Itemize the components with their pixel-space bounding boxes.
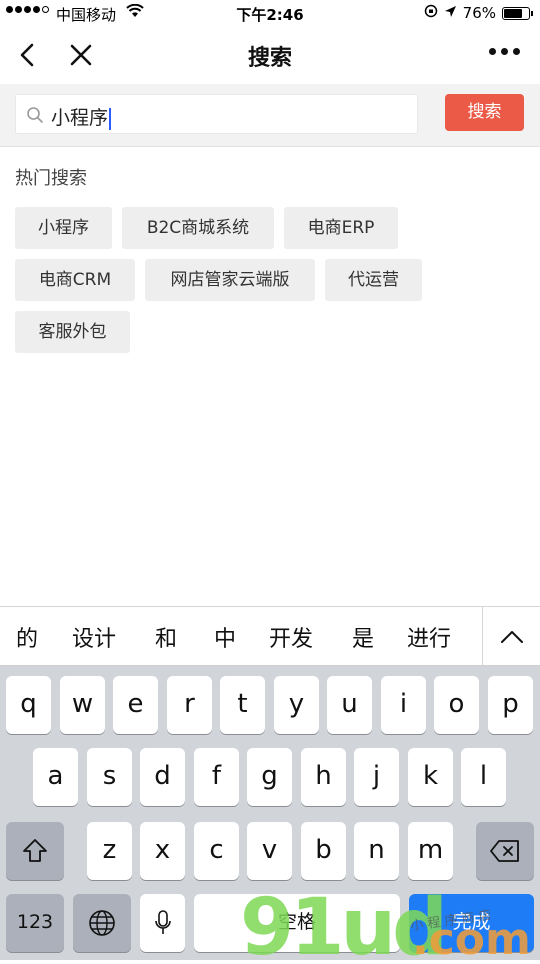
suggestion-candidate[interactable]: 开发 [269,621,313,653]
globe-icon [88,910,116,944]
key-b[interactable]: b [301,822,346,880]
hot-tag-item[interactable]: 小程序 [15,207,112,249]
hot-tag-item[interactable]: 代运营 [325,259,422,301]
key-r[interactable]: r [167,676,212,734]
search-button[interactable]: 搜索 [445,94,524,131]
key-m[interactable]: m [408,822,453,880]
search-query-text: 小程序 [51,107,109,129]
hot-tag-item[interactable]: 电商ERP [284,207,398,249]
key-o[interactable]: o [434,676,479,734]
search-bar: 小程序 搜索 [0,84,540,147]
search-query-wrap: 小程序 [51,103,112,130]
microphone-icon [153,910,173,944]
suggestion-candidate[interactable]: 的 [16,621,38,653]
key-g[interactable]: g [247,748,292,806]
key-v[interactable]: v [247,822,292,880]
space-key[interactable]: 空格 [194,894,400,952]
key-l[interactable]: l [461,748,506,806]
key-a[interactable]: a [33,748,78,806]
location-icon [444,4,457,22]
expand-suggestions-chevron-icon[interactable] [482,607,540,665]
key-p[interactable]: p [488,676,533,734]
done-key[interactable]: 完成 [409,894,534,952]
hot-tag-item[interactable]: 电商CRM [15,259,135,301]
key-d[interactable]: d [140,748,185,806]
hot-tag-item[interactable]: 客服外包 [15,311,130,353]
battery-percent: 76% [462,4,496,22]
key-q[interactable]: q [6,676,51,734]
navigation-bar: 搜索 [0,28,540,84]
key-n[interactable]: n [354,822,399,880]
search-icon [26,106,44,124]
suggestion-candidate[interactable]: 中 [214,621,236,653]
key-x[interactable]: x [140,822,185,880]
key-k[interactable]: k [408,748,453,806]
key-u[interactable]: u [327,676,372,734]
shift-arrow-icon [20,839,50,873]
suggestion-candidate[interactable]: 和 [155,621,177,653]
battery-icon [502,6,533,20]
backspace-icon [489,840,521,870]
key-y[interactable]: y [274,676,319,734]
key-c[interactable]: c [194,822,239,880]
key-j[interactable]: j [354,748,399,806]
status-bar: 中国移动 下午2:46 76% [0,0,540,28]
shift-key[interactable] [6,822,64,880]
keyboard: q w e r t y u i o p a s d f g h j k l z … [0,666,540,960]
key-e[interactable]: e [113,676,158,734]
more-options-icon[interactable] [489,48,520,55]
key-f[interactable]: f [194,748,239,806]
key-s[interactable]: s [87,748,132,806]
ime-suggestion-bar: 的 设计 和 中 开发 是 进行 [0,606,540,666]
hot-search-title: 热门搜索 [15,168,87,189]
hot-tag-item[interactable]: B2C商城系统 [122,207,274,249]
globe-key[interactable] [73,894,131,952]
suggestion-candidate[interactable]: 设计 [72,621,116,653]
key-t[interactable]: t [220,676,265,734]
suggestion-candidate[interactable]: 是 [352,621,374,653]
hot-tag-item[interactable]: 网店管家云端版 [145,259,315,301]
key-w[interactable]: w [60,676,105,734]
key-z[interactable]: z [87,822,132,880]
numbers-key[interactable]: 123 [6,894,64,952]
key-i[interactable]: i [381,676,426,734]
backspace-key[interactable] [476,822,534,880]
suggestion-candidate[interactable]: 进行 [407,621,451,653]
key-h[interactable]: h [301,748,346,806]
page-title: 搜索 [247,46,292,71]
text-cursor [109,107,112,130]
search-input[interactable]: 小程序 [15,94,418,134]
orientation-lock-icon [424,4,438,22]
microphone-key[interactable] [140,894,185,952]
